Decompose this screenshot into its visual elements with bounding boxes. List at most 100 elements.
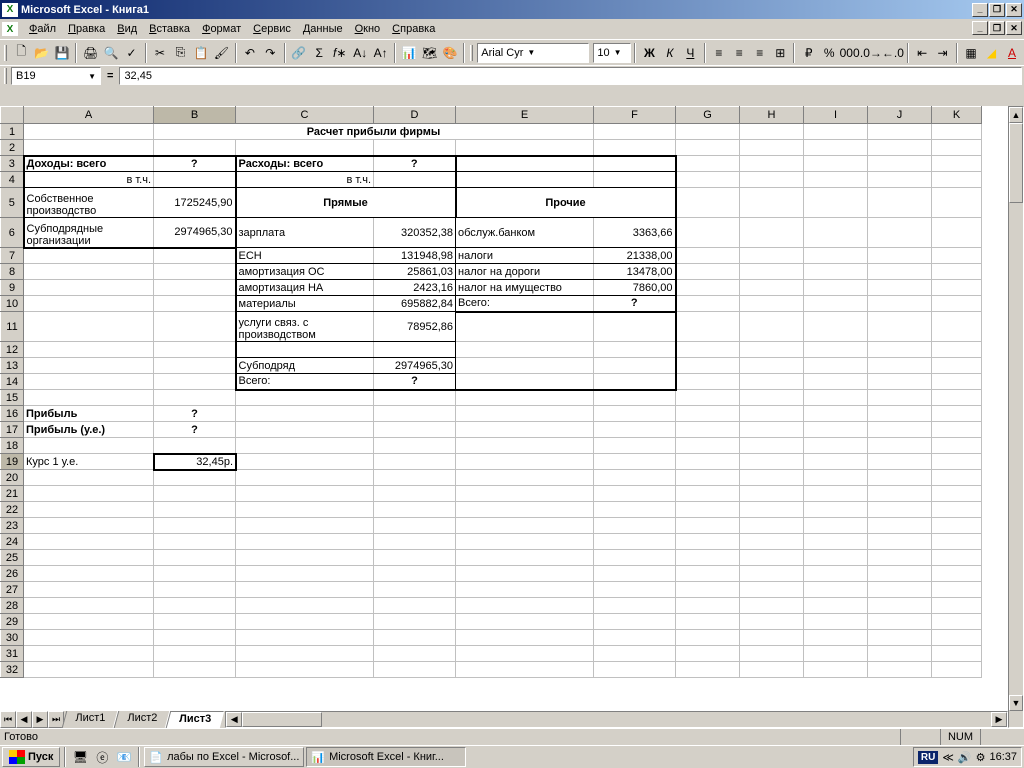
start-button[interactable]: Пуск <box>2 747 60 767</box>
cell-I4[interactable] <box>804 172 868 188</box>
cell-C10[interactable]: материалы <box>236 296 374 312</box>
cell-D16[interactable] <box>374 406 456 422</box>
cell-J9[interactable] <box>868 280 932 296</box>
cell-E13[interactable] <box>456 358 594 374</box>
cell-E32[interactable] <box>456 662 594 678</box>
cell-A32[interactable] <box>24 662 154 678</box>
row-header-22[interactable]: 22 <box>1 502 24 518</box>
row-header-23[interactable]: 23 <box>1 518 24 534</box>
scroll-left-button[interactable]: ◀ <box>226 712 242 727</box>
cell-H16[interactable] <box>740 406 804 422</box>
autosum-button[interactable]: Σ <box>309 42 329 64</box>
horizontal-scrollbar[interactable]: ◀ ▶ <box>225 711 1008 728</box>
cell-I8[interactable] <box>804 264 868 280</box>
cell-G18[interactable] <box>676 438 740 454</box>
cell-K29[interactable] <box>932 614 982 630</box>
cell-C23[interactable] <box>236 518 374 534</box>
cell-D12[interactable] <box>374 342 456 358</box>
currency-button[interactable]: ₽ <box>798 42 818 64</box>
cell-K23[interactable] <box>932 518 982 534</box>
cell-B28[interactable] <box>154 598 236 614</box>
grid-area[interactable]: ABCDEFGHIJK1Расчет прибыли фирмы23Доходы… <box>0 106 1024 712</box>
cell-F28[interactable] <box>594 598 676 614</box>
cell-E29[interactable] <box>456 614 594 630</box>
cell-B27[interactable] <box>154 582 236 598</box>
borders-button[interactable]: ▦ <box>961 42 981 64</box>
cell-I16[interactable] <box>804 406 868 422</box>
spellcheck-button[interactable]: ✓ <box>121 42 141 64</box>
cell-I18[interactable] <box>804 438 868 454</box>
cell-E8[interactable]: налог на дороги <box>456 264 594 280</box>
cell-D2[interactable] <box>374 140 456 156</box>
cell-J28[interactable] <box>868 598 932 614</box>
cell-I30[interactable] <box>804 630 868 646</box>
col-header-H[interactable]: H <box>740 107 804 124</box>
cell-D31[interactable] <box>374 646 456 662</box>
cell-C8[interactable]: амортизация ОС <box>236 264 374 280</box>
cell-A21[interactable] <box>24 486 154 502</box>
cell-G6[interactable] <box>676 218 740 248</box>
cell-E6[interactable]: обслуж.банком <box>456 218 594 248</box>
menu-формат[interactable]: Формат <box>196 21 247 37</box>
menu-данные[interactable]: Данные <box>297 21 349 37</box>
row-header-27[interactable]: 27 <box>1 582 24 598</box>
doc-close-button[interactable]: ✕ <box>1006 21 1022 35</box>
cell-D24[interactable] <box>374 534 456 550</box>
cell-K25[interactable] <box>932 550 982 566</box>
cell-C31[interactable] <box>236 646 374 662</box>
cell-K10[interactable] <box>932 296 982 312</box>
cell-C11[interactable]: услуги связ. с производством <box>236 312 374 342</box>
cell-F6[interactable]: 3363,66 <box>594 218 676 248</box>
cell-B23[interactable] <box>154 518 236 534</box>
cell-E19[interactable] <box>456 454 594 470</box>
cell-J25[interactable] <box>868 550 932 566</box>
row-header-6[interactable]: 6 <box>1 218 24 248</box>
next-sheet-button[interactable]: ▶ <box>32 711 48 728</box>
cell-G5[interactable] <box>676 188 740 218</box>
menu-вид[interactable]: Вид <box>111 21 143 37</box>
cell-J31[interactable] <box>868 646 932 662</box>
cell-J6[interactable] <box>868 218 932 248</box>
cell-E14[interactable] <box>456 374 594 390</box>
col-header-E[interactable]: E <box>456 107 594 124</box>
cell-F12[interactable] <box>594 342 676 358</box>
cell-E30[interactable] <box>456 630 594 646</box>
copy-button[interactable]: ⎘ <box>170 42 190 64</box>
cell-K4[interactable] <box>932 172 982 188</box>
cell-J16[interactable] <box>868 406 932 422</box>
quicklaunch-ie-icon[interactable]: ⓔ <box>92 747 112 767</box>
cell-F17[interactable] <box>594 422 676 438</box>
cell-I15[interactable] <box>804 390 868 406</box>
cell-K5[interactable] <box>932 188 982 218</box>
cell-G22[interactable] <box>676 502 740 518</box>
align-center-button[interactable]: ≡ <box>729 42 749 64</box>
cell-C6[interactable]: зарплата <box>236 218 374 248</box>
menu-вставка[interactable]: Вставка <box>143 21 196 37</box>
cell-G28[interactable] <box>676 598 740 614</box>
map-button[interactable]: 🗺 <box>419 42 439 64</box>
cell-J23[interactable] <box>868 518 932 534</box>
percent-button[interactable]: % <box>819 42 839 64</box>
cell-D7[interactable]: 131948,98 <box>374 248 456 264</box>
cell-C27[interactable] <box>236 582 374 598</box>
menu-справка[interactable]: Справка <box>386 21 441 37</box>
cell-D10[interactable]: 695882,84 <box>374 296 456 312</box>
cell-B16[interactable]: ? <box>154 406 236 422</box>
close-button[interactable]: ✕ <box>1006 3 1022 17</box>
cell-I22[interactable] <box>804 502 868 518</box>
cell-C2[interactable] <box>236 140 374 156</box>
cell-J3[interactable] <box>868 156 932 172</box>
cell-H9[interactable] <box>740 280 804 296</box>
format-painter-button[interactable]: 🖌 <box>211 42 231 64</box>
cell-K1[interactable] <box>932 124 982 140</box>
cell-C4[interactable]: в т.ч. <box>236 172 374 188</box>
cell-E16[interactable] <box>456 406 594 422</box>
cell-E11[interactable] <box>456 312 594 342</box>
taskbar-item[interactable]: 📄лабы по Excel - Microsof... <box>144 747 304 767</box>
row-header-29[interactable]: 29 <box>1 614 24 630</box>
cell-B1[interactable]: Расчет прибыли фирмы <box>154 124 594 140</box>
cell-C9[interactable]: амортизация НА <box>236 280 374 296</box>
cell-G2[interactable] <box>676 140 740 156</box>
cell-F16[interactable] <box>594 406 676 422</box>
scroll-thumb[interactable] <box>1009 123 1023 203</box>
